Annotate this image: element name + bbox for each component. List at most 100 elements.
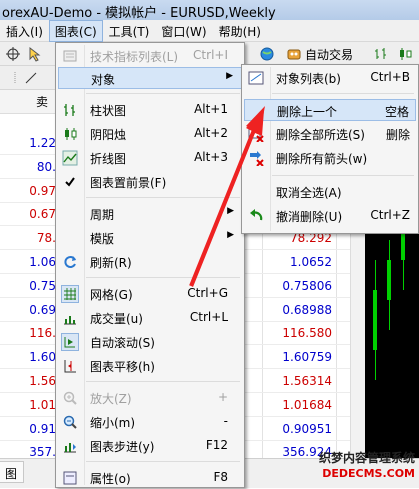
line-chart-icon [61, 149, 79, 167]
menu-item-line-chart[interactable]: 折线图 Alt+3 [58, 147, 242, 169]
ask-cell: 0.75806 [282, 279, 332, 293]
menu-item-bar-chart[interactable]: 柱状图 Alt+1 [58, 99, 242, 121]
menu-item-shortcut: 删除 [385, 128, 410, 142]
menu-insert[interactable]: 插入(I) [0, 20, 49, 42]
globe-icon[interactable] [258, 45, 276, 63]
auto-trading-button[interactable]: 自动交易 [282, 44, 357, 64]
indicators-list-icon [61, 47, 79, 65]
ask-cell: 0.90951 [282, 422, 332, 436]
menu-item-properties[interactable]: 属性(o) F8 [58, 467, 242, 489]
bid-cell: 1.06 [29, 255, 56, 269]
menu-tools[interactable]: 工具(T) [103, 20, 156, 42]
bar-chart-icon [61, 101, 79, 119]
menu-item-shortcut: 空格 [384, 105, 409, 119]
bid-cell: 0.97 [29, 184, 56, 198]
menu-item-delete-all-arrows[interactable]: 删除所有箭头(w) [244, 147, 416, 169]
bid-cell: 0.91 [29, 422, 56, 436]
menu-item-label: 周期 [90, 208, 115, 222]
menu-item-shortcut: Ctrl+Z [370, 208, 410, 222]
objects-list-icon [247, 69, 265, 87]
candlestick-icon[interactable] [396, 45, 414, 63]
step-icon [61, 437, 79, 455]
menu-item-delete-selected[interactable]: 删除全部所选(S) 删除 [244, 123, 416, 145]
menu-item-refresh[interactable]: 刷新(R) [58, 251, 242, 273]
bid-cell: 1.56 [29, 374, 56, 388]
menu-item-label: 技术指标列表(L) [90, 50, 179, 64]
menu-help[interactable]: 帮助(H) [213, 20, 267, 42]
submenu-arrow-icon: ▶ [226, 71, 233, 81]
delete-selected-icon [247, 125, 265, 143]
menu-item-label: 撤消删除(U) [276, 210, 343, 224]
menu-item-delete-last[interactable]: 删除上一个 空格 [244, 99, 416, 121]
menu-item-label: 柱状图 [90, 104, 127, 118]
cursor-icon[interactable] [26, 45, 44, 63]
bar-chart-icon[interactable] [372, 45, 390, 63]
menu-item-grid[interactable]: 网格(G) Ctrl+G [58, 283, 242, 305]
menu-item-objects[interactable]: 对象 ▶ [58, 67, 242, 89]
zoom-in-icon [61, 389, 79, 407]
ask-cell: 116.580 [282, 326, 332, 340]
refresh-icon [61, 253, 79, 271]
bid-cell: 80. [36, 160, 56, 174]
tab-fragment[interactable]: 图 [0, 461, 25, 483]
menu-charts[interactable]: 图表(C) [48, 20, 103, 42]
bid-cell: 1.01 [29, 398, 56, 412]
menu-item-shortcut: Alt+3 [194, 150, 228, 164]
window-title: orexAU-Demo - 模拟帐户 - EURUSD,Weekly [2, 6, 276, 20]
ask-cell: 1.56314 [282, 374, 332, 388]
ask-cell: 1.01684 [282, 398, 332, 412]
bid-cell: 116. [29, 326, 56, 340]
menu-item-label: 成交量(u) [90, 312, 143, 326]
menu-item-shortcut: F8 [213, 470, 228, 484]
auto-trading-label: 自动交易 [305, 47, 354, 62]
volume-icon [61, 309, 79, 327]
menu-item-label: 网格(G) [90, 288, 133, 302]
properties-icon [61, 469, 79, 487]
menu-item-auto-scroll[interactable]: 自动滚动(S) [58, 331, 242, 353]
menu-item-periodicity[interactable]: 周期 ▶ [58, 203, 242, 225]
bid-cell: 0.67 [29, 207, 56, 221]
menu-item-indicators-list[interactable]: 技术指标列表(L) Ctrl+I [58, 45, 242, 67]
crosshair-icon[interactable] [4, 45, 22, 63]
menu-item-label: 图表置前景(F) [90, 176, 167, 190]
ask-cell: 1.0652 [290, 255, 332, 269]
ask-cell: 1.60759 [282, 350, 332, 364]
menu-item-label: 删除上一个 [277, 105, 338, 119]
menu-separator [86, 381, 240, 382]
menu-item-label: 放大(Z) [90, 392, 132, 406]
menu-item-shortcut: Alt+2 [194, 126, 228, 140]
menu-window[interactable]: 窗口(W) [155, 20, 212, 42]
candle-body [387, 260, 391, 300]
menu-item-template[interactable]: 模版 ▶ [58, 227, 242, 249]
menu-item-shortcut: Ctrl+B [370, 70, 410, 84]
menu-item-objects-list[interactable]: 对象列表(b) Ctrl+B [244, 67, 416, 89]
objects-submenu: 对象列表(b) Ctrl+B 删除上一个 空格 删除全部所选(S) 删除 删除所… [241, 64, 419, 234]
menu-item-zoom-in[interactable]: 放大(Z) + [58, 387, 242, 409]
submenu-arrow-icon: ▶ [227, 206, 234, 216]
menu-item-label: 删除所有箭头(w) [276, 152, 368, 166]
menu-item-candlesticks[interactable]: 阴阳烛 Alt+2 [58, 123, 242, 145]
menu-item-undo-delete[interactable]: 撤消删除(U) Ctrl+Z [244, 205, 416, 227]
menu-item-step-by-step[interactable]: 图表步进(y) F12 [58, 435, 242, 457]
bid-cell: 78. [36, 231, 56, 245]
menu-item-shortcut: + [217, 390, 228, 404]
menu-item-chart-shift[interactable]: 图表平移(h) [58, 355, 242, 377]
menu-item-unselect-all[interactable]: 取消全选(A) [244, 181, 416, 203]
candle-body [401, 230, 405, 260]
menu-item-shortcut: F12 [205, 438, 228, 452]
menu-item-label: 刷新(R) [90, 256, 132, 270]
menu-item-label: 属性(o) [90, 472, 131, 486]
line-tool-icon[interactable] [22, 69, 40, 87]
menu-item-zoom-out[interactable]: 缩小(m) - [58, 411, 242, 433]
menu-item-volumes[interactable]: 成交量(u) Ctrl+L [58, 307, 242, 329]
charts-menu: 技术指标列表(L) Ctrl+I 对象 ▶ 柱状图 Alt+1 阴阳烛 Alt+… [55, 42, 245, 488]
menu-item-label: 取消全选(A) [276, 186, 342, 200]
menu-item-chart-foreground[interactable]: 图表置前景(F) [58, 171, 242, 193]
menu-separator [272, 93, 414, 94]
menu-item-label: 删除全部所选(S) [276, 128, 365, 142]
checkmark-icon [61, 173, 79, 191]
menu-separator [86, 461, 240, 462]
menu-item-shortcut: Alt+1 [194, 102, 228, 116]
auto-scroll-icon [61, 333, 79, 351]
bid-cell: 1.22 [29, 136, 56, 150]
